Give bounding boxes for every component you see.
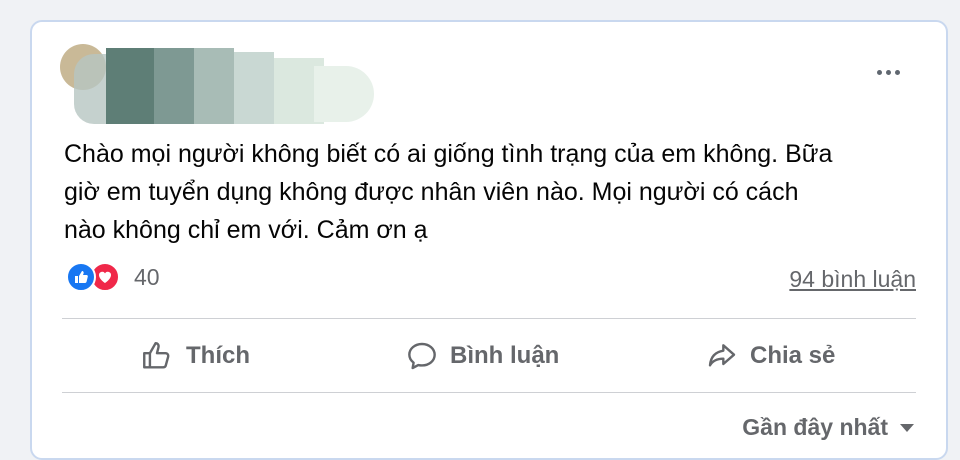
more-dot-icon	[877, 70, 882, 75]
post-card: Chào mọi người không biết có ai giống tì…	[30, 20, 948, 460]
more-options-button[interactable]	[877, 70, 900, 75]
share-button[interactable]: Chia sẻ	[706, 338, 835, 374]
comment-sort-label: Gần đây nhất	[742, 414, 888, 440]
comment-count-link[interactable]: 94 bình luận	[789, 266, 916, 293]
comment-sort-dropdown[interactable]: Gần đây nhất	[742, 414, 914, 441]
comment-button[interactable]: Bình luận	[406, 338, 559, 374]
share-arrow-icon	[708, 344, 736, 367]
more-dot-icon	[895, 70, 900, 75]
share-label: Chia sẻ	[750, 342, 836, 369]
like-icon	[66, 262, 96, 292]
author-name-blurred[interactable]	[54, 44, 374, 124]
caret-down-icon	[900, 423, 914, 432]
like-button[interactable]: Thích	[140, 338, 250, 374]
reaction-count: 40	[134, 263, 160, 290]
reactions-summary[interactable]: 40	[66, 262, 160, 292]
comment-label: Bình luận	[450, 342, 560, 369]
divider	[62, 392, 916, 393]
like-label: Thích	[186, 342, 250, 369]
post-text: Chào mọi người không biết có ai giống tì…	[64, 140, 833, 244]
thumbs-up-icon	[143, 342, 170, 369]
comment-bubble-icon	[408, 342, 436, 370]
more-dot-icon	[886, 70, 891, 75]
divider	[62, 318, 916, 319]
